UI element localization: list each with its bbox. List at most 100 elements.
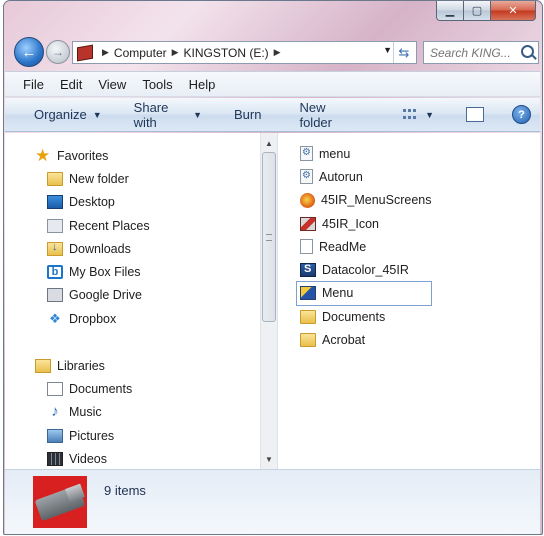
file-item-acrobat[interactable]: Acrobat bbox=[300, 328, 431, 351]
favorites-group: ★ Favorites New folder Desktop Recent Pl… bbox=[5, 144, 260, 330]
grip-icon bbox=[266, 233, 272, 241]
new-folder-button[interactable]: New folder bbox=[290, 100, 364, 130]
nav-item-label: Pictures bbox=[69, 428, 115, 443]
maximize-button[interactable]: ▢ bbox=[464, 1, 491, 21]
application-icon bbox=[300, 263, 316, 278]
scroll-up-icon[interactable]: ▲ bbox=[261, 135, 277, 151]
file-name: ReadMe bbox=[319, 239, 367, 254]
breadcrumb-computer[interactable]: Computer bbox=[114, 46, 167, 60]
nav-item-dropbox[interactable]: ❖ Dropbox bbox=[5, 307, 260, 330]
nav-item-music[interactable]: ♪ Music bbox=[5, 401, 260, 424]
explorer-window: ▁ ▢ ✕ ← → ▶ Computer ▶ KINGSTON (E:) ▶ ▼… bbox=[3, 0, 543, 535]
breadcrumb-drive[interactable]: KINGSTON (E:) bbox=[184, 46, 269, 60]
nav-item-label: Desktop bbox=[69, 195, 115, 210]
organize-button[interactable]: Organize ▼ bbox=[25, 107, 111, 122]
nav-item-label: Dropbox bbox=[69, 311, 117, 326]
burn-button[interactable]: Burn bbox=[225, 107, 270, 122]
search-input[interactable] bbox=[430, 45, 516, 60]
change-view-button[interactable]: ▼ bbox=[394, 108, 443, 121]
back-button[interactable]: ← bbox=[14, 37, 44, 67]
config-file-icon bbox=[300, 146, 313, 162]
file-name: Documents bbox=[322, 309, 386, 324]
music-icon: ♪ bbox=[51, 403, 59, 421]
file-item-menu-config[interactable]: menu bbox=[300, 142, 431, 165]
menu-tools[interactable]: Tools bbox=[134, 77, 180, 92]
address-bar[interactable]: ▶ Computer ▶ KINGSTON (E:) ▶ ▼ ⇆ bbox=[72, 41, 417, 64]
navigation-pane: ★ Favorites New folder Desktop Recent Pl… bbox=[5, 133, 260, 469]
nav-item-downloads[interactable]: Downloads bbox=[5, 237, 260, 260]
menu-help[interactable]: Help bbox=[181, 77, 224, 92]
chevron-down-icon: ▼ bbox=[425, 109, 434, 120]
search-icon[interactable] bbox=[521, 45, 534, 58]
minimize-button[interactable]: ▁ bbox=[436, 1, 464, 21]
address-dropdown-icon[interactable]: ▼ bbox=[383, 45, 392, 55]
file-item-45ir-icon[interactable]: 45IR_Icon bbox=[300, 212, 431, 235]
file-item-autorun[interactable]: Autorun bbox=[300, 165, 431, 188]
file-name: Acrobat bbox=[322, 333, 366, 348]
scroll-down-icon[interactable]: ▼ bbox=[261, 451, 277, 467]
view-options-icon bbox=[403, 108, 417, 121]
menu-app-icon bbox=[300, 286, 316, 301]
close-button[interactable]: ✕ bbox=[491, 1, 536, 21]
chevron-right-icon[interactable]: ▶ bbox=[102, 47, 109, 58]
menu-view[interactable]: View bbox=[90, 77, 134, 92]
navigation-row: ← → ▶ Computer ▶ KINGSTON (E:) ▶ ▼ ⇆ bbox=[4, 37, 542, 67]
preview-pane-button[interactable] bbox=[457, 107, 493, 122]
file-list: menu Autorun 45IR_MenuScreens 45IR_Icon … bbox=[295, 142, 433, 352]
file-item-readme[interactable]: ReadMe bbox=[300, 235, 431, 258]
nav-item-new-folder[interactable]: New folder bbox=[5, 167, 260, 190]
organize-label: Organize bbox=[34, 107, 87, 122]
file-item-documents[interactable]: Documents bbox=[300, 305, 431, 328]
file-name: 45IR_Icon bbox=[322, 216, 379, 231]
nav-item-desktop[interactable]: Desktop bbox=[5, 191, 260, 214]
folder-icon bbox=[300, 333, 316, 348]
nav-item-google-drive[interactable]: Google Drive bbox=[5, 284, 260, 307]
nav-item-recent-places[interactable]: Recent Places bbox=[5, 214, 260, 237]
details-pane: 9 items bbox=[5, 469, 540, 534]
box-icon: b bbox=[47, 265, 63, 280]
chevron-right-icon[interactable]: ▶ bbox=[172, 47, 179, 58]
nav-item-label: Documents bbox=[69, 381, 133, 396]
menu-bar: File Edit View Tools Help bbox=[5, 71, 540, 97]
refresh-icon[interactable]: ⇆ bbox=[393, 42, 414, 63]
file-item-45ir-menuscreens[interactable]: 45IR_MenuScreens bbox=[300, 189, 431, 212]
icon-file-icon bbox=[300, 216, 316, 231]
file-list-pane: menu Autorun 45IR_MenuScreens 45IR_Icon … bbox=[277, 133, 540, 469]
search-box[interactable] bbox=[423, 41, 539, 64]
item-count: 9 items bbox=[104, 483, 146, 498]
share-with-button[interactable]: Share with ▼ bbox=[125, 100, 211, 130]
scrollbar-thumb[interactable] bbox=[262, 152, 276, 322]
nav-libraries[interactable]: Libraries bbox=[5, 354, 260, 377]
chevron-down-icon: ▼ bbox=[193, 109, 202, 120]
help-button[interactable]: ? bbox=[503, 105, 540, 124]
nav-item-label: Google Drive bbox=[69, 288, 142, 303]
folder-icon bbox=[300, 309, 316, 324]
command-bar: Organize ▼ Share with ▼ Burn New folder ▼ … bbox=[5, 98, 540, 132]
file-item-menu-app[interactable]: Menu bbox=[295, 280, 433, 307]
file-name: Menu bbox=[322, 286, 354, 301]
libraries-icon bbox=[35, 358, 51, 373]
config-file-icon bbox=[300, 169, 313, 185]
downloads-icon bbox=[47, 241, 63, 256]
chevron-right-icon[interactable]: ▶ bbox=[274, 47, 281, 58]
nav-item-pictures[interactable]: Pictures bbox=[5, 424, 260, 447]
usb-drive-icon bbox=[33, 476, 87, 528]
nav-item-videos[interactable]: Videos bbox=[5, 447, 260, 469]
file-item-datacolor-45ir[interactable]: Datacolor_45IR bbox=[300, 258, 431, 281]
nav-favorites[interactable]: ★ Favorites bbox=[5, 144, 260, 167]
google-drive-icon bbox=[47, 288, 63, 303]
dropbox-icon: ❖ bbox=[49, 310, 61, 326]
menu-file[interactable]: File bbox=[15, 77, 52, 92]
nav-item-my-box-files[interactable]: b My Box Files bbox=[5, 260, 260, 283]
menu-edit[interactable]: Edit bbox=[52, 77, 90, 92]
text-file-icon bbox=[300, 239, 313, 255]
nav-pane-scrollbar[interactable]: ▲ ▼ bbox=[260, 133, 277, 469]
nav-item-documents[interactable]: Documents bbox=[5, 377, 260, 400]
chevron-down-icon: ▼ bbox=[92, 109, 102, 120]
nav-item-label: Videos bbox=[69, 451, 107, 466]
file-name: Autorun bbox=[319, 169, 363, 184]
nav-item-label: New folder bbox=[69, 171, 129, 186]
libraries-group: Libraries Documents ♪ Music Pictures Vid… bbox=[5, 354, 260, 469]
html-file-icon bbox=[300, 192, 315, 208]
forward-button[interactable]: → bbox=[46, 40, 70, 64]
